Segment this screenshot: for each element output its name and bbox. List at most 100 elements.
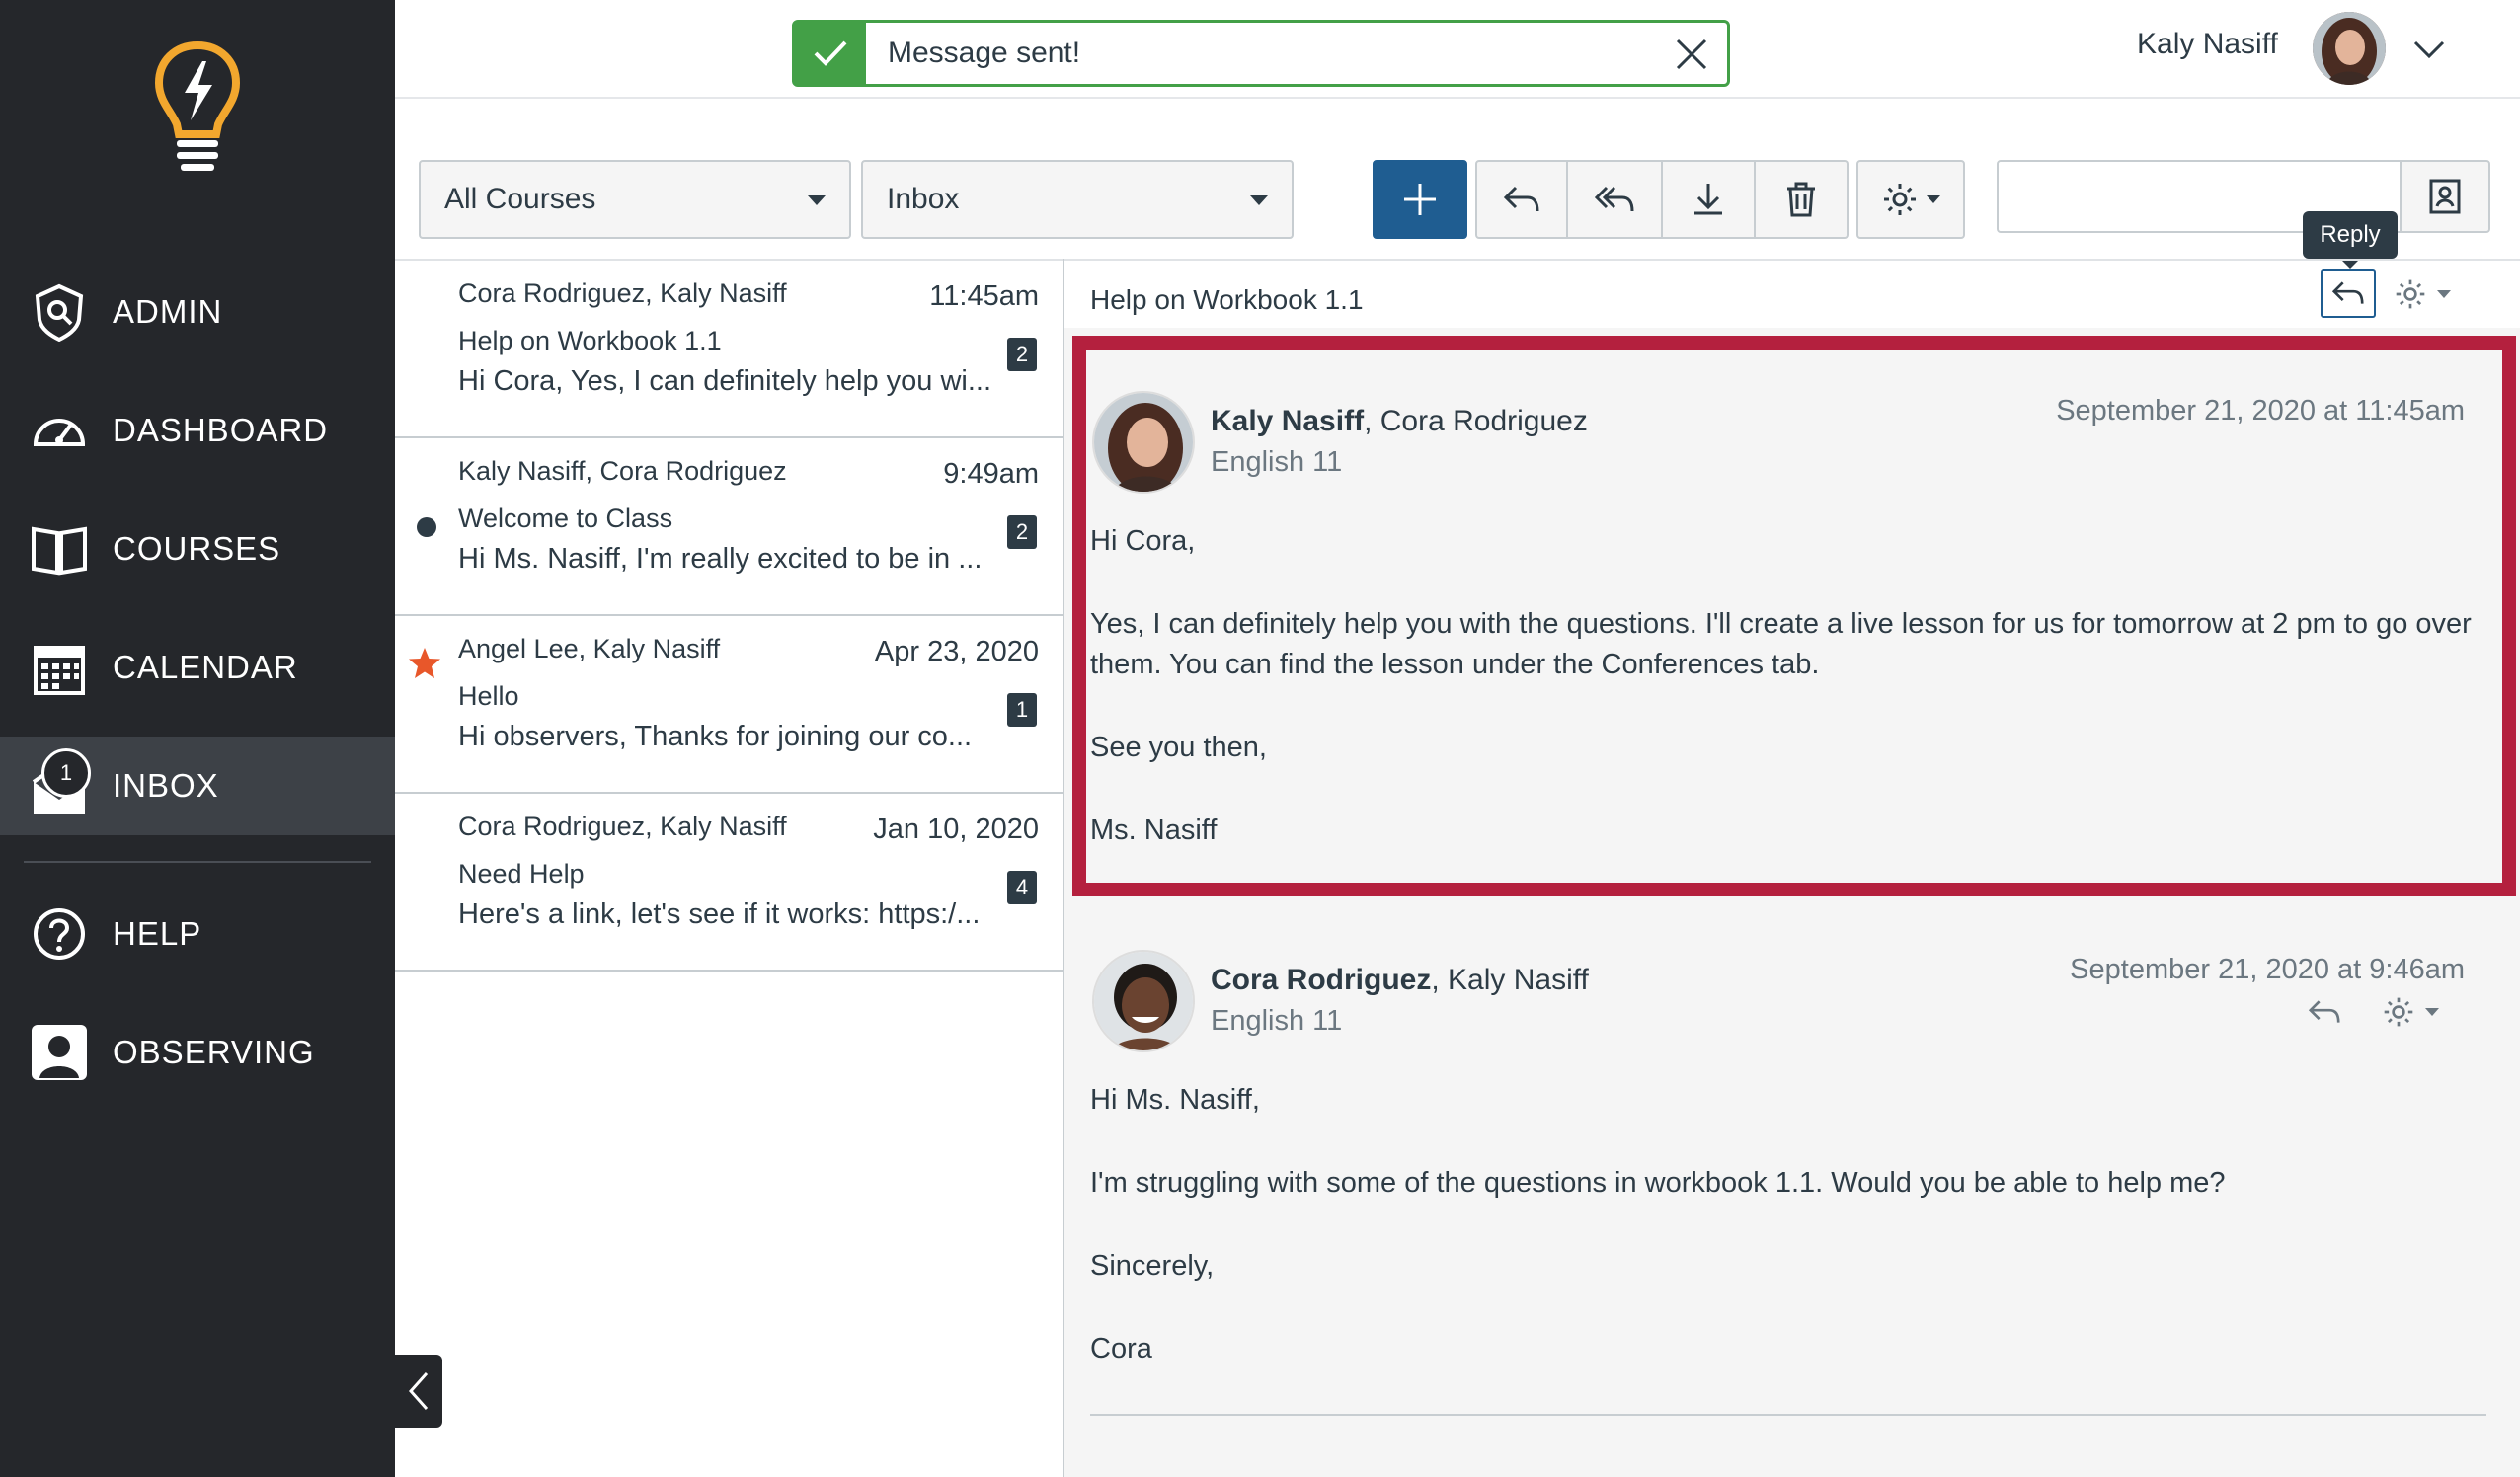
message-timestamp: September 21, 2020 at 9:46am (2070, 954, 2465, 985)
message-divider (1090, 1414, 2486, 1416)
reply-icon (1503, 186, 1539, 212)
message-date: Apr 23, 2020 (874, 636, 1039, 667)
address-book-button[interactable] (2400, 160, 2490, 233)
body-paragraph: Hi Ms. Nasiff, (1090, 1084, 1260, 1116)
course-filter-select[interactable]: All Courses (419, 160, 851, 239)
reply-all-button[interactable] (1568, 160, 1663, 239)
conversation-list-item[interactable]: Cora Rodriguez, Kaly Nasiff Jan 10, 2020… (395, 794, 1063, 972)
nav-label-observing: OBSERVING (113, 1034, 315, 1070)
nav-label-help: HELP (113, 915, 202, 952)
download-icon (1694, 184, 1722, 215)
conversation-settings-button[interactable] (2394, 272, 2459, 316)
message-actions (2307, 987, 2465, 1037)
caret-down-icon (2437, 290, 2451, 298)
nav-label-courses: COURSES (113, 530, 281, 567)
message-from: Cora Rodriguez, Kaly Nasiff (1211, 964, 1589, 997)
caret-down-icon (808, 195, 826, 205)
body-paragraph: I'm struggling with some of the question… (1090, 1167, 2226, 1199)
reply-icon (2331, 281, 2364, 304)
nav-label-calendar: CALENDAR (113, 649, 298, 685)
message-date: Jan 10, 2020 (873, 814, 1039, 845)
message-subject: Help on Workbook 1.1 (458, 326, 722, 355)
conversation-subject: Help on Workbook 1.1 (1090, 284, 1364, 315)
reply-tooltip: Reply (2303, 211, 2398, 269)
calendar-icon (34, 646, 85, 695)
body-paragraph: Cora (1090, 1333, 1152, 1364)
address-book-icon (2429, 179, 2461, 214)
admin-shield-icon (35, 283, 84, 342)
caret-down-icon (2425, 1008, 2439, 1016)
nav-item-observing[interactable]: OBSERVING (0, 1003, 395, 1102)
toast-message: Message sent! (888, 37, 1081, 69)
message-preview: Here's a link, let's see if it works: ht… (458, 898, 981, 930)
message-count-badge: 4 (1007, 871, 1037, 904)
user-avatar[interactable] (2313, 12, 2386, 85)
message-body: Hi Ms. Nasiff, I'm struggling with some … (1090, 1080, 2492, 1412)
gear-icon (2396, 279, 2425, 309)
message-date: 9:49am (943, 458, 1039, 490)
nav-item-calendar[interactable]: CALENDAR (0, 618, 395, 717)
chevron-down-icon[interactable] (2409, 30, 2449, 69)
settings-menu-button[interactable] (1856, 160, 1965, 239)
course-filter-value: All Courses (444, 183, 596, 215)
nav-item-dashboard[interactable]: DASHBOARD (0, 381, 395, 480)
lightbulb-logo-icon[interactable] (153, 39, 242, 178)
course-name: English 11 (1211, 1005, 1343, 1037)
chevron-left-icon (408, 1372, 429, 1410)
archive-button[interactable] (1663, 160, 1756, 239)
caret-down-icon (1927, 195, 1940, 203)
close-icon[interactable] (1674, 37, 1709, 72)
author-name: Cora Rodriguez (1211, 964, 1432, 996)
reply-all-icon (1594, 186, 1634, 212)
unread-dot-icon[interactable] (417, 517, 436, 537)
nav-item-help[interactable]: HELP (0, 885, 395, 983)
speedometer-icon (33, 419, 86, 446)
star-icon[interactable] (407, 646, 442, 681)
nav-divider (24, 861, 371, 863)
compose-button[interactable] (1373, 160, 1467, 239)
participants: Cora Rodriguez, Kaly Nasiff (458, 812, 787, 841)
check-icon (795, 23, 866, 84)
nav-label-inbox: INBOX (113, 767, 219, 804)
inbox-unread-badge: 1 (41, 748, 91, 798)
success-toast: Message sent! (792, 20, 1730, 87)
conversation-list-item[interactable]: Angel Lee, Kaly Nasiff Apr 23, 2020 Hell… (395, 616, 1063, 794)
folder-filter-value: Inbox (887, 183, 960, 215)
conversation-reply-button[interactable] (2321, 269, 2376, 318)
message-subject: Need Help (458, 859, 585, 889)
message-preview: Hi observers, Thanks for joining our co.… (458, 721, 973, 752)
message-settings-button[interactable] (2382, 995, 2439, 1029)
folder-filter-select[interactable]: Inbox (861, 160, 1294, 239)
participants: Cora Rodriguez, Kaly Nasiff (458, 278, 787, 308)
nav-item-courses[interactable]: COURSES (0, 500, 395, 598)
conversation-list: Cora Rodriguez, Kaly Nasiff 11:45am Help… (395, 261, 1063, 972)
conversation-list-item[interactable]: Cora Rodriguez, Kaly Nasiff 11:45am Help… (395, 261, 1063, 438)
message-preview: Hi Cora, Yes, I can definitely help you … (458, 365, 991, 397)
gear-icon (2384, 997, 2413, 1027)
message-count-badge: 2 (1007, 515, 1037, 549)
caret-down-icon (1250, 195, 1268, 205)
collapse-nav-button[interactable] (395, 1355, 442, 1428)
conversation-list-item[interactable]: Kaly Nasiff, Cora Rodriguez 9:49am Welco… (395, 438, 1063, 616)
global-nav-sidebar: ADMIN DASHBOARD COURSES CALENDAR INBOX 1 (0, 0, 395, 1477)
trash-icon (1787, 182, 1815, 217)
message-count-badge: 1 (1007, 693, 1037, 727)
message-subject: Hello (458, 681, 519, 711)
delete-button[interactable] (1756, 160, 1849, 239)
nav-item-admin[interactable]: ADMIN (0, 263, 395, 361)
reply-icon[interactable] (2307, 996, 2342, 1028)
participants: Kaly Nasiff, Cora Rodriguez (458, 456, 787, 486)
plus-icon (1404, 184, 1436, 215)
nav-label-admin: ADMIN (113, 293, 223, 330)
other-recipients: , Kaly Nasiff (1431, 964, 1589, 996)
help-circle-icon (34, 908, 85, 960)
person-icon (32, 1025, 87, 1080)
user-name[interactable]: Kaly Nasiff (2137, 28, 2278, 61)
body-paragraph: Sincerely, (1090, 1250, 1215, 1282)
message-date: 11:45am (929, 280, 1039, 312)
participants: Angel Lee, Kaly Nasiff (458, 634, 721, 663)
highlight-frame (1072, 336, 2516, 896)
reply-button[interactable] (1475, 160, 1568, 239)
message-subject: Welcome to Class (458, 504, 673, 533)
sender-avatar (1092, 950, 1195, 1052)
